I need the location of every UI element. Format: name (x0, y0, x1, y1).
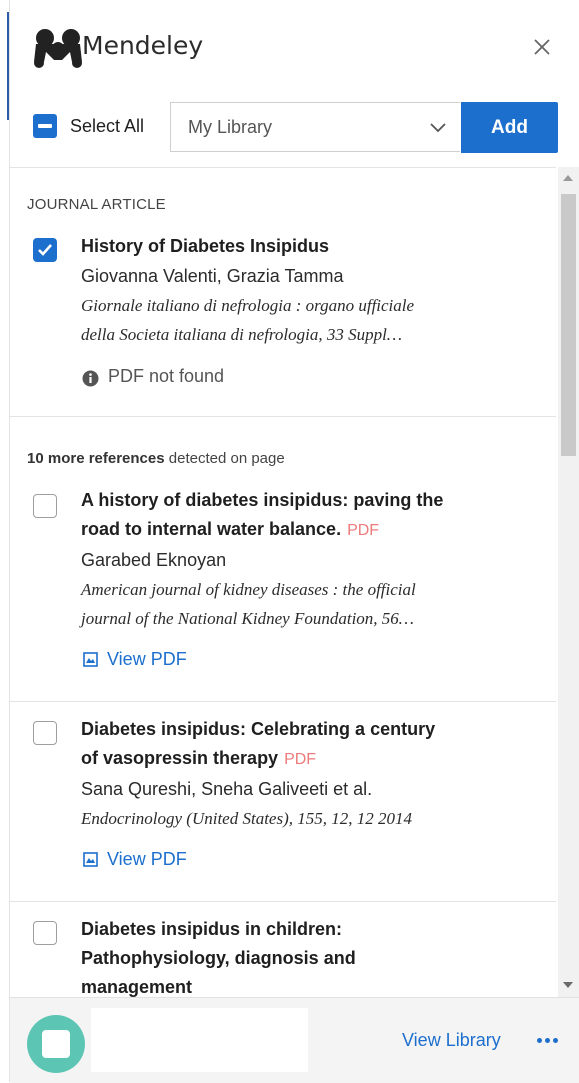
item-title-line3: management (81, 977, 193, 997)
mendeley-logo-icon (34, 29, 82, 68)
item-title-line2: of vasopressin therapy (81, 748, 279, 768)
more-references-line: 10 more references detected on page (27, 450, 285, 467)
item-journal-line2: della Societa italiana di nefrologia, 33… (81, 325, 402, 344)
item-title-line1: Diabetes insipidus: Celebrating a centur… (81, 719, 436, 739)
item-title-line1: Diabetes insipidus in children: (81, 919, 343, 939)
info-icon (82, 370, 99, 387)
item-title-line2: road to internal water balance. (81, 519, 342, 539)
item-authors: Giovanna Valenti, Grazia Tamma (81, 266, 344, 286)
pdf-status-text: PDF not found (108, 366, 225, 386)
page-accent-bar (7, 12, 9, 120)
more-dots-icon[interactable] (537, 1038, 558, 1043)
mendeley-panel: Mendeley Select All My Library Add JOURN… (10, 0, 579, 1083)
view-pdf-label: View PDF (107, 849, 187, 869)
panel-header: Mendeley (10, 0, 579, 92)
section-label: JOURNAL ARTICLE (27, 196, 166, 213)
divider (10, 701, 556, 702)
checkmark-icon (38, 244, 52, 256)
select-all-control[interactable]: Select All (33, 114, 144, 138)
item-journal-line1: Endocrinology (United States), 155, 12, … (81, 809, 412, 828)
view-pdf-link[interactable]: View PDF (83, 649, 187, 670)
item-title-line1: A history of diabetes insipidus: paving … (81, 490, 444, 510)
view-pdf-label: View PDF (107, 649, 187, 669)
scroll-down-arrow-icon[interactable] (563, 982, 573, 988)
library-select[interactable]: My Library (170, 102, 460, 152)
scroll-thumb[interactable] (561, 194, 576, 456)
view-pdf-link[interactable]: View PDF (83, 849, 187, 870)
item-authors: Garabed Eknoyan (81, 550, 227, 570)
item-title[interactable]: Diabetes insipidus: Celebrating a centur… (81, 715, 521, 774)
brand-name: Mendeley (82, 31, 204, 60)
pdf-file-icon (83, 852, 98, 867)
select-all-checkbox[interactable] (33, 114, 57, 138)
more-references-suffix: detected on page (164, 450, 285, 467)
item-title[interactable]: History of Diabetes Insipidus (81, 232, 521, 261)
pdf-file-icon (83, 652, 98, 667)
list-scrollbar[interactable] (558, 167, 579, 997)
item-title[interactable]: Diabetes insipidus in children: Pathophys… (81, 915, 521, 998)
avatar[interactable] (27, 1015, 85, 1073)
user-name-area (91, 1008, 308, 1072)
item-checkbox[interactable] (33, 921, 57, 945)
divider (10, 416, 556, 417)
pdf-tag: PDF (347, 522, 380, 539)
item-checkbox-checked[interactable] (33, 238, 57, 262)
left-page-edge (0, 0, 10, 1082)
item-title-line2: Pathophysiology, diagnosis and (81, 948, 356, 968)
library-select-value: My Library (188, 116, 273, 137)
more-references-count: 10 more references (27, 450, 165, 467)
add-button[interactable]: Add (461, 102, 558, 153)
item-journal-line2: journal of the National Kidney Foundatio… (81, 609, 414, 628)
scroll-up-arrow-icon[interactable] (563, 175, 573, 181)
item-checkbox[interactable] (33, 494, 57, 518)
add-toolbar: Select All My Library Add (10, 102, 579, 154)
item-authors: Sana Qureshi, Sneha Galiveeti et al. (81, 779, 373, 799)
divider (10, 901, 556, 902)
reference-list[interactable]: JOURNAL ARTICLE History of Diabetes Insi… (10, 167, 556, 998)
item-journal-line1: American journal of kidney diseases : th… (81, 580, 416, 599)
item-journal-line1: Giornale italiano di nefrologia : organo… (81, 296, 415, 315)
panel-footer: View Library (10, 997, 579, 1083)
close-icon[interactable] (528, 33, 556, 61)
select-all-label: Select All (70, 115, 145, 136)
item-checkbox[interactable] (33, 721, 57, 745)
view-library-link[interactable]: View Library (402, 1030, 501, 1051)
chevron-down-icon (430, 123, 446, 133)
pdf-status: PDF not found (82, 366, 224, 387)
pdf-tag: PDF (284, 751, 317, 768)
item-title[interactable]: A history of diabetes insipidus: paving … (81, 486, 521, 545)
